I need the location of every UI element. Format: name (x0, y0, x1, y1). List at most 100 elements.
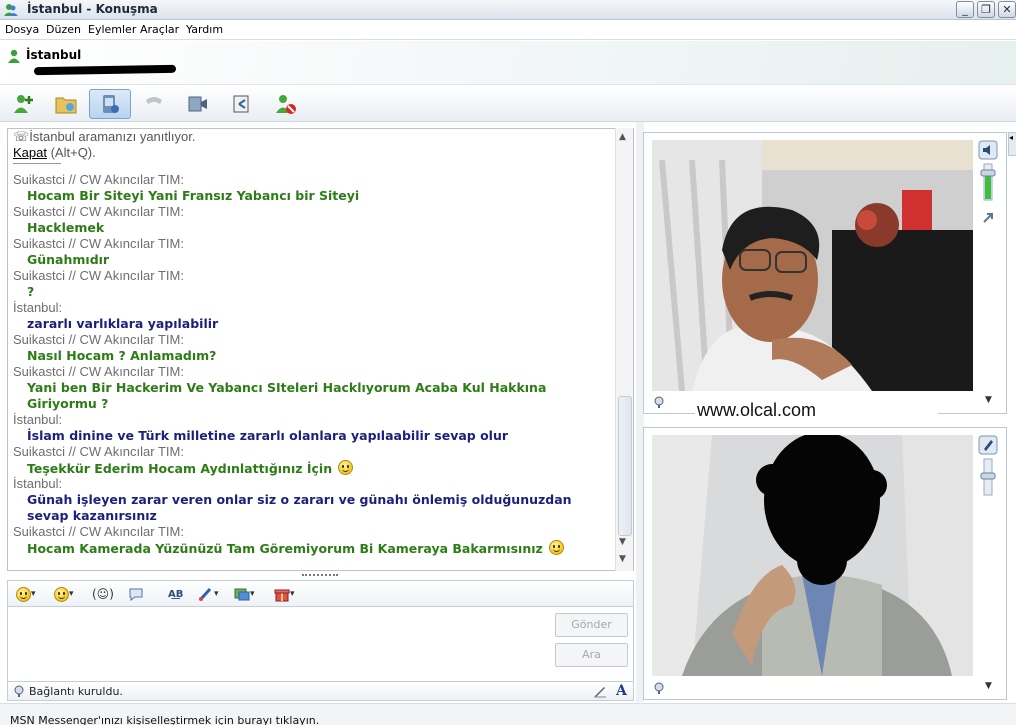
local-webcam-status-icon (654, 682, 664, 694)
local-webcam-options-icon[interactable]: ▼ (985, 681, 992, 691)
hang-up-button[interactable] (133, 89, 175, 119)
status-bar: Bağlantı kuruldu. A (7, 682, 634, 701)
message-input[interactable]: Gönder Ara (7, 606, 634, 682)
message-body: İslam dinine ve Türk milletine zararlı o… (27, 428, 509, 443)
message-text: Hacklemek (13, 220, 617, 236)
emoticon-icon (16, 586, 31, 602)
nudge-icon: (☺) (92, 587, 114, 601)
scroll-down-icon[interactable]: ▼ (619, 537, 626, 547)
block-contact-button[interactable] (265, 89, 307, 119)
message-text: Yani ben Bir Hackerim Ve Yabancı SIteler… (13, 380, 617, 412)
menu-duzen[interactable]: Düzen (46, 23, 81, 36)
local-webcam-panel: ▼ (643, 427, 1007, 700)
menu-araclar[interactable]: Araçlar (140, 23, 179, 36)
message-text: Nasıl Hocam ? Anlamadım? (13, 348, 617, 364)
message-text: Teşekkür Ederim Hocam Aydınlattığınız İç… (13, 460, 617, 476)
message-sender: Suikastci // CW Akıncılar TIM: (13, 524, 184, 539)
message-body: Yani ben Bir Hackerim Ve Yabancı SIteler… (27, 380, 547, 411)
message-text: Günahmıdır (13, 252, 617, 268)
send-button[interactable]: Gönder (555, 613, 628, 637)
message-text: İslam dinine ve Türk milletine zararlı o… (13, 428, 617, 444)
message-sender: İstanbul: (13, 300, 63, 315)
remote-webcam-panel: ▼ (643, 132, 1007, 414)
window-title: İstanbul - Konuşma (27, 2, 158, 16)
message-body: Hocam Bir Siteyi Yani Fransız Yabancı bi… (27, 188, 360, 203)
redacted-personal-message (33, 64, 177, 76)
expand-panel-tab[interactable]: ◂ (1008, 132, 1016, 156)
add-contact-button[interactable] (3, 89, 45, 119)
spell-check-button[interactable]: A͟B (168, 585, 183, 603)
scroll-up-icon[interactable]: ▲ (619, 132, 626, 142)
contact-header: İstanbul (0, 41, 1016, 85)
microphone-volume-icon[interactable] (978, 435, 998, 535)
emoticon-picker[interactable]: ▾ (16, 585, 36, 603)
incoming-call-icon: ☏ (13, 129, 30, 144)
messenger-buddy-icon (4, 4, 18, 16)
gift-icon (274, 589, 290, 602)
remote-icon (233, 95, 249, 113)
voice-clip-icon (129, 588, 143, 601)
message-sender: Suikastci // CW Akıncılar TIM: (13, 332, 184, 347)
message-list: Suikastci // CW Akıncılar TIM: Hocam Bir … (13, 172, 617, 556)
local-webcam-image (652, 435, 973, 676)
message-text: Hocam Kamerada Yüzünüzü Tam Göremiyorum … (13, 540, 617, 556)
system-notice: ☏İstanbul aramanızı yanıtlıyor. (13, 129, 196, 144)
message-sender: Suikastci // CW Akıncılar TIM: (13, 236, 184, 251)
block-icon (276, 95, 296, 114)
message-sender: İstanbul: (13, 476, 63, 491)
menu-yardim[interactable]: Yardım (186, 23, 223, 36)
customize-footer[interactable]: MSN Messenger'ınızı kişiselleştirmek içi… (0, 703, 1016, 725)
menu-bar: Dosya Düzen Eylemler Araçlar Yardım (0, 20, 1016, 40)
remote-assistance-button[interactable] (221, 89, 263, 119)
message-text: Hocam Bir Siteyi Yani Fransız Yabancı bi… (13, 188, 617, 204)
scroll-thumb[interactable] (618, 396, 632, 536)
scroll-end-icon[interactable]: ▼ (619, 554, 626, 564)
message-text: zararlı varlıklara yapılabilir (13, 316, 617, 332)
remote-webcam-options-icon[interactable]: ▼ (985, 395, 992, 405)
message-sender: Suikastci // CW Akıncılar TIM: (13, 204, 184, 219)
send-picture-picker[interactable]: ▾ (234, 585, 255, 603)
font-button[interactable]: A (616, 683, 627, 699)
chat-history[interactable]: ☏İstanbul aramanızı yanıtlıyor. Kapat (A… (7, 128, 634, 571)
wink-picker[interactable]: ▾ (54, 585, 74, 603)
message-sender: Suikastci // CW Akıncılar TIM: (13, 268, 184, 283)
message-body: Günahmıdır (27, 252, 110, 267)
webcam-status-icon (654, 396, 664, 408)
speaker-volume-icon[interactable] (978, 140, 998, 240)
paintbrush-icon (199, 587, 212, 601)
message-body: zararlı varlıklara yapılabilir (27, 316, 219, 331)
message-text: ? (13, 284, 617, 300)
watermark-text: www.olcal.com (695, 397, 938, 424)
wink-icon (54, 586, 69, 602)
hangup-link[interactable]: Kapat (13, 145, 47, 160)
history-scrollbar[interactable]: ▲ ▼ ▼ (615, 128, 633, 571)
share-files-button[interactable] (45, 89, 87, 119)
webcam-button[interactable] (177, 89, 219, 119)
film-icon (188, 96, 207, 112)
hangup-line: Kapat (Alt+Q). (13, 145, 96, 160)
menu-dosya[interactable]: Dosya (5, 23, 39, 36)
local-webcam-video (652, 435, 973, 676)
menu-eylemler[interactable]: Eylemler (88, 23, 136, 36)
remote-webcam-image (652, 140, 973, 391)
picture-icon (234, 588, 250, 601)
message-sender: İstanbul: (13, 412, 63, 427)
video-call-button[interactable] (89, 89, 131, 119)
handwriting-icon[interactable] (593, 684, 607, 698)
spell-check-icon: A͟B (168, 588, 184, 600)
backgrounds-picker[interactable]: ▾ (198, 585, 219, 603)
voice-clip-button[interactable] (128, 585, 144, 603)
nudge-button[interactable]: (☺) (92, 585, 114, 603)
pane-resize-handle[interactable] (302, 574, 338, 577)
minimize-button[interactable]: _ (956, 1, 974, 18)
input-toolbar: ▾ ▾ (☺) A͟B ▾ ▾ ▾ (7, 580, 634, 606)
message-body: Günah işleyen zarar veren onlar siz o za… (27, 492, 572, 523)
gift-picker[interactable]: ▾ (274, 585, 295, 603)
search-button[interactable]: Ara (555, 643, 628, 667)
maximize-button[interactable]: ❐ (977, 1, 995, 18)
message-body: Teşekkür Ederim Hocam Aydınlattığınız İç… (27, 461, 333, 476)
customize-link[interactable]: MSN Messenger'ınızı kişiselleştirmek içi… (10, 714, 319, 725)
close-button[interactable]: ✕ (998, 1, 1016, 18)
handset-icon (146, 97, 162, 104)
message-sender: Suikastci // CW Akıncılar TIM: (13, 444, 184, 459)
